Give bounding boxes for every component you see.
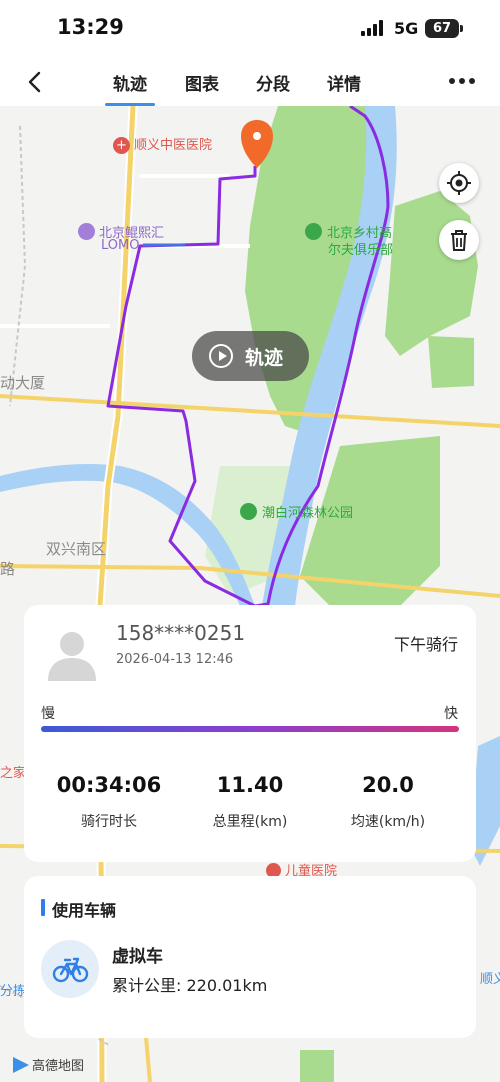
golf-icon: [305, 223, 322, 240]
status-bar: 13:29 5G 67: [0, 0, 500, 58]
shunyi-label: 顺义: [480, 972, 500, 987]
user-phone: 158****0251: [116, 621, 246, 645]
hospital-name: 顺义中医医院: [134, 138, 213, 153]
top-nav: 轨迹 图表 分段 详情: [0, 58, 500, 106]
vehicle-card[interactable]: 使用车辆 虚拟车 累计公里: 220.01km: [24, 876, 476, 1038]
river-west: [0, 464, 255, 606]
home-label: 之家: [0, 766, 27, 781]
more-icon[interactable]: [449, 78, 479, 86]
vehicle-section-title: 使用车辆: [52, 901, 117, 920]
golf-name-2: 尔夫俱乐部: [328, 243, 394, 258]
play-icon: [209, 344, 233, 368]
hospital-label: + 顺义中医医院: [113, 134, 212, 154]
east-park-strip: [428, 336, 474, 388]
park-icon: [240, 503, 257, 520]
stat-avg-speed-label: 均速(km/h): [350, 814, 426, 830]
signal-icon: [361, 20, 385, 36]
park-name: 潮白河森林公园: [262, 506, 354, 521]
ride-type: 下午骑行: [393, 635, 458, 654]
road-main-ew: [0, 394, 500, 428]
back-arrow-icon[interactable]: [22, 68, 50, 96]
section-accent-bar: [41, 899, 45, 916]
locate-icon: [447, 171, 471, 195]
stat-duration-value: 00:34:06: [56, 773, 162, 797]
speed-gradient-bar: [41, 726, 459, 732]
district-label: 双兴南区: [46, 540, 107, 558]
stat-distance: 11.40 总里程(km): [175, 773, 325, 831]
road-label: 路: [0, 560, 16, 578]
battery-icon: 67: [425, 19, 459, 38]
map-logo-text: 高德地图: [32, 1059, 85, 1074]
ride-summary-card: 158****0251 2026-04-13 12:46 下午骑行 慢 快 00…: [24, 605, 476, 862]
park-label: 潮白河森林公园: [240, 502, 353, 521]
delete-button[interactable]: [439, 220, 479, 260]
vehicle-total-distance: 累计公里: 220.01km: [112, 976, 268, 995]
stat-distance-label: 总里程(km): [212, 814, 288, 830]
bike-icon-wrap: [41, 940, 99, 998]
vehicle-name: 虚拟车: [112, 947, 163, 967]
tab-track[interactable]: 轨迹: [105, 70, 155, 106]
stat-avg-speed-value: 20.0: [362, 773, 414, 797]
map-provider-logo: 高德地图: [13, 1055, 84, 1074]
tab-segments[interactable]: 分段: [256, 70, 290, 95]
stat-avg-speed: 20.0 均速(km/h): [313, 773, 463, 831]
hospital-icon: +: [113, 137, 130, 154]
mall-icon: [78, 223, 95, 240]
trash-icon: [451, 230, 467, 251]
mall-name-2: LOMO: [101, 238, 140, 253]
battery-cap: [460, 25, 463, 32]
play-track-label: 轨迹: [245, 347, 284, 369]
status-time: 13:29: [57, 15, 124, 39]
building-label: 动大厦: [0, 374, 46, 392]
rail-line: [9, 125, 27, 407]
network-label: 5G: [394, 19, 419, 38]
south-park-patch: [300, 1050, 334, 1082]
stat-duration: 00:34:06 骑行时长: [34, 773, 184, 831]
locate-button[interactable]: [439, 163, 479, 203]
stat-duration-label: 骑行时长: [81, 814, 137, 830]
speed-slow-label: 慢: [41, 706, 55, 722]
bike-icon: [52, 957, 89, 983]
play-track-button[interactable]: 轨迹: [192, 331, 309, 381]
map-logo-icon: [13, 1057, 29, 1073]
battery-level: 67: [432, 21, 452, 36]
ride-datetime: 2026-04-13 12:46: [116, 652, 234, 667]
tab-details[interactable]: 详情: [327, 70, 361, 95]
tab-chart[interactable]: 图表: [185, 70, 219, 95]
speed-fast-label: 快: [444, 706, 458, 722]
avatar-icon: [48, 632, 96, 681]
stat-distance-value: 11.40: [216, 773, 284, 797]
east-park-area: [385, 191, 478, 356]
